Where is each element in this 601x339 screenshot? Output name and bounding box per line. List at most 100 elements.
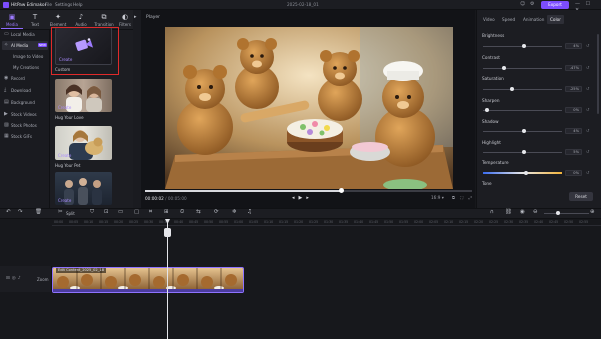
step-forward-icon[interactable]: ▸ — [306, 195, 313, 201]
ruler-tick-label: 01:25 — [309, 220, 319, 224]
menu-settings[interactable]: Settings — [55, 2, 72, 7]
mirror-icon[interactable]: ⇆ — [196, 209, 201, 215]
tab-media[interactable]: ▣ Media — [1, 12, 23, 29]
temperature-value[interactable]: 0% — [565, 170, 582, 176]
sidebar-item-my-creations[interactable]: My Creations — [2, 63, 48, 72]
saturation-value[interactable]: -25% — [565, 86, 582, 92]
speed-icon[interactable]: ⏲ — [180, 209, 184, 216]
sidebar-item-local-media[interactable]: ▭ Local Media — [2, 30, 48, 39]
sidebar-item-label: Stock Photos — [11, 123, 37, 128]
sidebar-item-label: Stock Videos — [11, 112, 37, 117]
split-label[interactable]: Split — [66, 211, 75, 216]
sharpen-value[interactable]: 0% — [565, 107, 582, 113]
delete-icon[interactable]: 🗑 — [35, 209, 42, 215]
contrast-slider[interactable] — [483, 68, 562, 69]
reset-icon[interactable]: ↺ — [586, 170, 589, 175]
media-item-label: Hug Your Love — [55, 115, 84, 120]
ruler-tick-label: 01:20 — [294, 220, 304, 224]
transport-controls: ◂▶▸ — [292, 195, 313, 201]
preview-icon[interactable]: ◉ — [520, 209, 525, 215]
brightness-value[interactable]: 4% — [565, 43, 582, 49]
video-preview[interactable] — [165, 27, 453, 189]
sidebar-item-background[interactable]: ▤ Background — [2, 98, 48, 107]
zoom-in-icon[interactable]: ⊕ — [590, 209, 595, 215]
ruler-tick-label: 00:50 — [204, 220, 214, 224]
media-item-group[interactable]: Create — [55, 172, 112, 205]
split-icon[interactable]: ✂ — [58, 209, 63, 215]
ruler-tick-label: 02:35 — [519, 220, 529, 224]
magnet-icon[interactable]: ∩ — [490, 209, 494, 215]
snapshot-icon[interactable]: ⊞ — [164, 209, 169, 215]
tone-label: Tone — [482, 181, 492, 186]
sidebar-item-ai-media[interactable]: ✧ AI Media NEW — [2, 41, 48, 50]
tab-animation[interactable]: Animation — [520, 15, 547, 24]
reset-icon[interactable]: ↺ — [586, 149, 589, 154]
temperature-slider[interactable] — [483, 172, 562, 174]
zoom-knob[interactable] — [556, 211, 560, 215]
sidebar-item-image-to-video[interactable]: Image to Video — [2, 52, 48, 61]
frame-icon[interactable]: ▢ — [134, 209, 139, 215]
reset-icon[interactable]: ↺ — [586, 128, 589, 133]
tab-speed[interactable]: Speed — [499, 15, 518, 24]
audio-detach-icon[interactable]: ♫ — [247, 209, 252, 215]
media-item-hug-your-pet[interactable]: Create — [55, 126, 112, 160]
playhead-handle[interactable] — [164, 228, 171, 237]
reset-icon[interactable]: ↺ — [586, 65, 589, 70]
panel-collapse-strip[interactable] — [133, 10, 141, 208]
menu-file[interactable]: File — [45, 2, 52, 7]
player-view-icons[interactable]: ⧉ ⛶ ⤢ — [452, 195, 474, 200]
crop-icon[interactable]: ⌗ — [149, 209, 152, 216]
ruler-tick-label: 01:50 — [384, 220, 394, 224]
zoom-slider[interactable] — [544, 213, 589, 214]
properties-scrollbar[interactable] — [597, 34, 599, 114]
track-controls: ⊟◎♪ — [6, 276, 23, 281]
ruler-tick-label: 02:55 — [579, 220, 589, 224]
shadow-value[interactable]: 4% — [565, 128, 582, 134]
reset-button[interactable]: Reset — [569, 192, 593, 201]
ruler-tick-label: 01:35 — [339, 220, 349, 224]
sharpen-knob[interactable] — [484, 108, 489, 112]
saturation-slider[interactable] — [483, 89, 562, 90]
shield-icon[interactable]: ⛉ — [90, 209, 94, 216]
sidebar-item-record[interactable]: ◉ Record — [2, 74, 48, 83]
rotate-icon[interactable]: ⟳ — [214, 209, 219, 215]
record-icon: ◉ — [4, 75, 9, 81]
reset-icon[interactable]: ↺ — [586, 86, 589, 91]
text-box-icon[interactable]: ⊡ — [104, 209, 109, 215]
reset-icon[interactable]: ↺ — [586, 43, 589, 48]
aspect-ratio-select[interactable]: 16:9 ▾ — [431, 195, 444, 200]
zoom-out-icon[interactable]: ⊖ — [533, 209, 538, 215]
temperature-label: Temperature — [482, 160, 509, 165]
sidebar-item-stock-videos[interactable]: ▶ Stock Videos — [2, 110, 48, 119]
ruler-tick-label: 02:15 — [459, 220, 469, 224]
menu-help[interactable]: Help — [73, 2, 83, 7]
chevron-right-icon[interactable]: ▸ — [134, 14, 137, 20]
ruler-tick-label: 00:10 — [84, 220, 94, 224]
background-icon: ▤ — [4, 99, 9, 105]
highlight-value[interactable]: 5% — [565, 149, 582, 155]
reset-icon[interactable]: ↺ — [586, 107, 589, 112]
contrast-value[interactable]: -47% — [565, 65, 582, 71]
playhead-line[interactable] — [167, 219, 168, 339]
link-icon[interactable]: ⛓ — [505, 209, 512, 215]
settings-icon[interactable]: ⚙ — [530, 1, 534, 7]
screen-icon[interactable]: ▭ — [118, 209, 123, 215]
sidebar-item-stock-photos[interactable]: ▨ Stock Photos — [2, 121, 48, 130]
mute-icon[interactable]: ♪ — [18, 276, 23, 281]
freeze-icon[interactable]: ❄ — [232, 209, 237, 215]
user-icon[interactable]: ☺ — [520, 1, 525, 7]
media-item-hug-your-love[interactable]: Create — [55, 79, 112, 112]
undo-icon[interactable]: ↶ — [6, 209, 11, 215]
ruler-tick-label: 00:30 — [144, 220, 154, 224]
tab-text[interactable]: T Text — [24, 12, 46, 29]
sidebar-item-download[interactable]: ⤓ Download — [2, 86, 48, 95]
tab-video[interactable]: Video — [480, 15, 498, 24]
scrubber-handle[interactable] — [338, 188, 344, 193]
export-button[interactable]: Export — [541, 1, 569, 9]
highlight-label: Highlight — [482, 140, 501, 145]
ruler-tick-label: 01:55 — [399, 220, 409, 224]
redo-icon[interactable]: ↷ — [18, 209, 23, 215]
sidebar-item-stock-gifs[interactable]: ▦ Stock GIFs — [2, 132, 48, 141]
tab-color[interactable]: Color — [547, 15, 564, 24]
sharpen-slider[interactable] — [483, 110, 562, 111]
